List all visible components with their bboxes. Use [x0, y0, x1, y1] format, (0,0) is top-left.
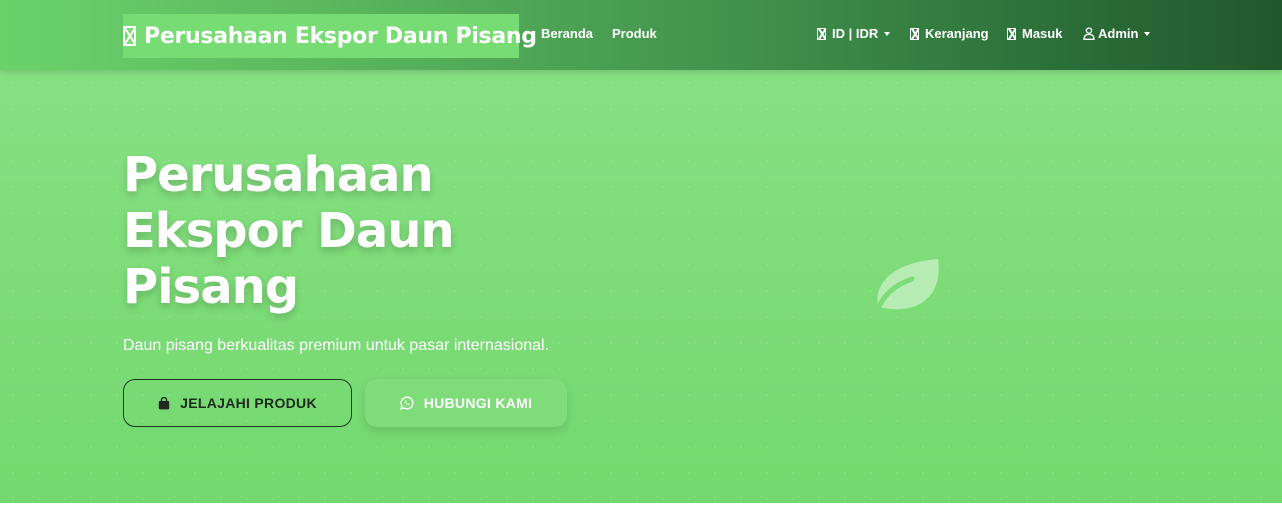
- hero-subtitle: Daun pisang berkualitas premium untuk pa…: [123, 337, 550, 354]
- brand-name: Perusahaan Ekspor Daun Pisang: [144, 23, 537, 49]
- nav-link-label: Beranda: [541, 26, 594, 41]
- shopping-bag-icon: [158, 396, 170, 409]
- currency-dropdown[interactable]: ID | IDR: [817, 26, 891, 41]
- brand-icon: [123, 26, 136, 46]
- user-label: Admin: [1098, 26, 1139, 41]
- nav-link-label: Produk: [612, 26, 657, 41]
- hero-title: Perusahaan Ekspor Daun Pisang: [123, 147, 455, 315]
- whatsapp-icon: [399, 396, 414, 410]
- hero-section: Perusahaan Ekspor Daun Pisang Daun pisan…: [0, 70, 1282, 503]
- cart-icon: [910, 27, 919, 40]
- login-label: Masuk: [1022, 26, 1063, 41]
- contact-us-label: HUBUNGI KAMI: [423, 395, 533, 411]
- brand-logo-link[interactable]: Perusahaan Ekspor Daun Pisang: [123, 14, 537, 58]
- contact-us-button[interactable]: HUBUNGI KAMI: [365, 379, 567, 427]
- leaf-icon: [873, 259, 939, 315]
- explore-products-label: JELAJAHI PRODUK: [180, 395, 317, 411]
- cart-link[interactable]: Keranjang: [910, 26, 989, 41]
- navbar: Perusahaan Ekspor Daun Pisang Beranda Pr…: [0, 0, 1282, 70]
- page-bottom-edge: [0, 503, 1282, 509]
- chevron-down-icon: [1144, 31, 1151, 36]
- user-icon: [1083, 27, 1095, 40]
- login-link[interactable]: Masuk: [1007, 26, 1062, 41]
- currency-label: ID | IDR: [832, 26, 879, 41]
- nav-link-beranda[interactable]: Beranda: [541, 26, 593, 41]
- nav-link-produk[interactable]: Produk: [612, 26, 657, 41]
- explore-products-button[interactable]: JELAJAHI PRODUK: [123, 379, 352, 427]
- login-icon: [1007, 27, 1016, 40]
- chevron-down-icon: [884, 31, 891, 36]
- cart-label: Keranjang: [925, 26, 989, 41]
- user-dropdown[interactable]: Admin: [1083, 26, 1151, 41]
- flag-icon: [817, 27, 826, 40]
